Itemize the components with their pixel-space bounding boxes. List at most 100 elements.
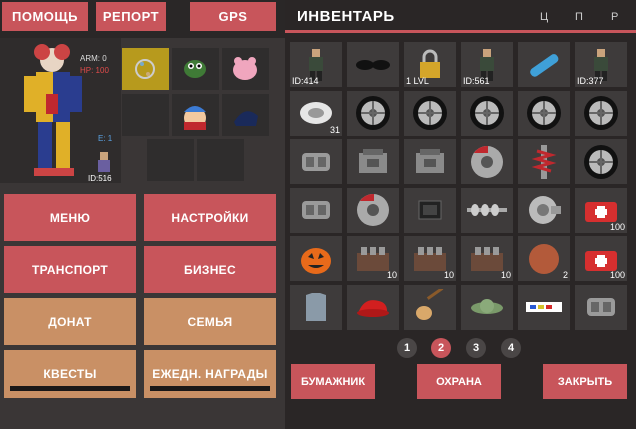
inventory-slot[interactable]: 10 [347,236,399,281]
wheel-icon [468,94,506,132]
sort-by-type[interactable]: П [575,11,583,23]
engine-icon [353,145,393,179]
sort-by-rarity[interactable]: Р [611,11,618,23]
inventory-slot[interactable]: 100 [575,187,627,233]
wheel-icon [525,94,563,132]
accessory-slot-1[interactable] [122,48,169,90]
inventory-slot[interactable]: 100 [575,236,627,281]
inventory-panel: ИНВЕНТАРЬ Ц П Р ID:414 1 LVL ID:561 ID:377 3… [285,0,636,429]
yoda-icon [467,292,507,322]
inventory-slot[interactable]: 1 LVL [404,42,456,87]
engine-icon [410,145,450,179]
guard-button[interactable]: ОХРАНА [417,364,501,399]
item-count: 100 [609,221,625,232]
inventory-slot[interactable] [518,284,570,330]
armor-value: ARM: 0 [80,54,107,63]
help-button[interactable]: ПОМОЩЬ [2,2,88,31]
brake-disc-icon [468,143,506,181]
armor-icon [300,289,332,325]
item-count: 10 [443,270,454,280]
inventory-slot[interactable] [575,139,627,184]
inventory-slot[interactable] [404,139,456,184]
inventory-slot[interactable] [575,90,627,136]
inventory-slot[interactable]: 10 [461,236,513,281]
inventory-slot[interactable] [461,90,513,136]
wheel-icon [354,94,392,132]
page-4-button[interactable]: 4 [501,338,521,358]
inventory-slot[interactable] [575,284,627,330]
inventory-slot[interactable] [347,42,399,87]
gearbox-icon [581,290,621,324]
inventory-slot[interactable] [404,90,456,136]
skateboard-icon [524,45,564,85]
inventory-slot[interactable]: 2 [518,236,570,281]
item-count: 10 [386,270,397,280]
inventory-slot[interactable] [518,90,570,136]
inventory-slot[interactable] [290,236,342,281]
guitar-icon [410,289,450,325]
gearbox-icon [296,145,336,179]
page-2-button[interactable]: 2 [431,338,451,358]
item-count: 31 [329,124,340,135]
settings-button[interactable]: НАСТРОЙКИ [144,194,276,241]
accessory-slot-7[interactable] [147,139,194,181]
plate-number-icon [524,299,564,315]
wheel-icon [411,94,449,132]
cap-icon [353,293,393,321]
menu-button[interactable]: МЕНЮ [4,194,136,241]
inventory-slot[interactable]: 31 [290,90,342,136]
inventory-slot[interactable] [518,139,570,184]
inventory-slot[interactable] [461,187,513,233]
inventory-slot[interactable] [347,139,399,184]
inventory-slot[interactable] [347,284,399,330]
inventory-slot[interactable] [461,139,513,184]
inventory-slot[interactable] [461,284,513,330]
donate-button[interactable]: ДОНАТ [4,298,136,345]
daily-progress-bar [150,386,270,391]
sunglasses-icon [353,55,393,75]
brake-disc-icon [354,191,392,229]
inventory-slot[interactable]: ID:377 [575,42,627,87]
inventory-slot[interactable] [290,139,342,184]
family-button[interactable]: СЕМЬЯ [144,298,276,345]
accessory-slot-3[interactable] [222,48,269,90]
accessory-slot-8[interactable] [197,139,244,181]
accessory-slot-5[interactable] [172,94,219,136]
hp-value: HP: 100 [80,66,109,75]
quests-progress-bar [10,386,130,391]
title-divider [285,30,636,33]
accessory-slot-6[interactable] [222,94,269,136]
skin-slot[interactable]: ID:516 [88,148,120,183]
item-count: 100 [609,270,625,280]
skin-id: ID:516 [88,174,112,183]
inventory-slot[interactable]: ID:561 [461,42,513,87]
inventory-slot[interactable] [404,284,456,330]
inventory-slot[interactable] [347,90,399,136]
transport-button[interactable]: ТРАНСПОРТ [4,246,136,293]
inventory-slot[interactable] [347,187,399,233]
page-1-button[interactable]: 1 [397,338,417,358]
sort-by-price[interactable]: Ц [540,11,548,23]
character-panel: ARM: 0 HP: 100 E: 1 ID:516 МЕНЮ НАСТРОЙК… [0,38,285,429]
gps-button[interactable]: GPS [190,2,276,31]
inventory-slot[interactable]: ID:414 [290,42,342,87]
inventory-slot[interactable] [290,187,342,233]
turbo-icon [525,192,563,228]
report-button[interactable]: РЕПОРТ [96,2,166,31]
inventory-slot[interactable]: 10 [404,236,456,281]
inventory-slot[interactable] [518,187,570,233]
close-button[interactable]: ЗАКРЫТЬ [543,364,627,399]
inventory-slot[interactable] [290,284,342,330]
item-label: ID:561 [463,76,490,86]
wallet-button[interactable]: БУМАЖНИК [291,364,375,399]
page-3-button[interactable]: 3 [466,338,486,358]
gearbox-icon [296,193,336,227]
item-label: ID:414 [292,76,319,86]
energy-value: E: 1 [98,134,113,143]
accessory-slot-4[interactable] [122,94,169,136]
inventory-slot[interactable] [518,42,570,87]
accessory-slot-2[interactable] [172,48,219,90]
chip-icon [413,195,447,225]
business-button[interactable]: БИЗНЕС [144,246,276,293]
inventory-slot[interactable] [404,187,456,233]
